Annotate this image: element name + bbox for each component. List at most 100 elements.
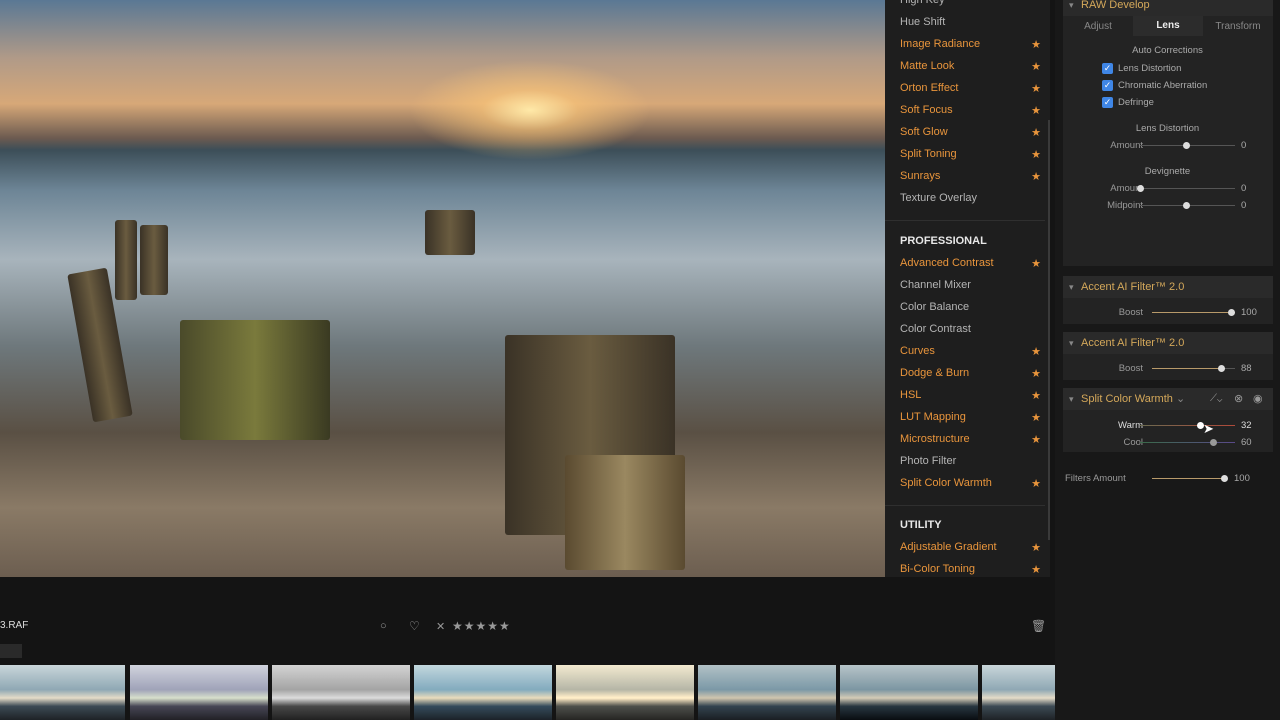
filter-item[interactable]: Hue Shift [900,16,1040,28]
filmstrip-thumbnail[interactable] [698,665,836,720]
devignette-title: Devignette [1144,166,1191,177]
filter-item[interactable]: Curves ★ [900,345,1041,358]
filter-item[interactable]: Dodge & Burn ★ [900,367,1041,380]
checkbox-label: Defringe [1118,97,1154,108]
slider-knob[interactable] [1210,439,1217,446]
filmstrip-thumbnail[interactable] [840,665,978,720]
mask-brush-icon[interactable]: ⟋⌄ [1210,393,1222,404]
close-circle-icon[interactable]: ⊗ [1234,392,1243,405]
slider-knob[interactable] [1183,142,1190,149]
eye-icon[interactable]: ◉ [1253,392,1263,405]
filter-item-label: Microstructure [900,433,970,445]
filter-item-label: Hue Shift [900,16,946,28]
filter-item-label: Color Balance [900,301,970,313]
slider-knob[interactable] [1228,309,1235,316]
filter-item-label: Image Radiance [900,38,981,50]
color-label-icon[interactable]: ○ [380,620,387,632]
boost-slider[interactable] [1152,312,1235,313]
favorite-star-icon[interactable]: ★ [1031,411,1041,424]
favorite-star-icon[interactable]: ★ [1031,170,1041,183]
filters-list-panel: High Key Hue Shift Image Radiance ★ Matte Lo… [885,0,1050,612]
filter-item[interactable]: LUT Mapping ★ [900,411,1041,424]
filter-item[interactable]: Color Contrast [900,323,1040,335]
filmstrip-thumbnail[interactable] [556,665,694,720]
filter-item[interactable]: Split Color Warmth ★ [900,477,1041,490]
filter-item-label: High Key [900,0,945,6]
adjustments-panel: RAW Develop Adjust Lens Transform Auto C… [1055,0,1280,720]
photo-rock [180,320,330,440]
filmstrip-thumbnail[interactable] [272,665,410,720]
scrollbar[interactable] [1048,120,1050,540]
star-rating[interactable]: ★★★★★ [452,619,511,633]
filmstrip-thumbnail[interactable] [982,665,1055,720]
favorite-star-icon[interactable]: ★ [1031,433,1041,446]
filter-item[interactable]: High Key [900,0,1040,6]
filter-item[interactable]: Microstructure ★ [900,433,1041,446]
slider-label: Boost [1118,307,1143,318]
favorite-star-icon[interactable]: ★ [1031,367,1041,380]
accent-ai-header[interactable]: Accent AI Filter™ 2.0 [1063,332,1273,354]
cool-slider[interactable] [1140,442,1235,443]
favorite-star-icon[interactable]: ★ [1031,477,1041,490]
lens-distortion-checkbox[interactable]: ✓ [1102,63,1113,74]
mouse-cursor-icon: ➤ [1203,421,1214,436]
slider-knob[interactable] [1137,185,1144,192]
slider-knob[interactable] [1221,475,1228,482]
filter-item[interactable]: Photo Filter [900,455,1040,467]
photo-canvas[interactable] [0,0,885,577]
filter-item[interactable]: Channel Mixer [900,279,1040,291]
reject-icon[interactable]: ✕ [436,620,445,633]
filter-item-label: Texture Overlay [900,192,978,204]
defringe-checkbox[interactable]: ✓ [1102,97,1113,108]
slider-knob[interactable] [1183,202,1190,209]
filters-amount-slider[interactable] [1152,478,1225,479]
trash-icon[interactable]: 🗑 [1031,619,1046,633]
favorite-star-icon[interactable]: ★ [1031,541,1041,554]
chromatic-aberration-checkbox[interactable]: ✓ [1102,80,1113,91]
favorite-star-icon[interactable]: ★ [1031,60,1041,73]
slider-knob[interactable] [1218,365,1225,372]
favorite-star-icon[interactable]: ★ [1031,38,1041,51]
filter-item[interactable]: Image Radiance ★ [900,38,1041,51]
favorite-star-icon[interactable]: ★ [1031,389,1041,402]
favorite-star-icon[interactable]: ★ [1031,104,1041,117]
filter-item[interactable]: Soft Focus ★ [900,104,1041,117]
filter-item-label: LUT Mapping [900,411,966,423]
filter-item-label: Channel Mixer [900,279,971,291]
tab-transform[interactable]: Transform [1203,21,1273,32]
favorite-star-icon[interactable]: ★ [1031,563,1041,576]
filter-item[interactable]: Sunrays ★ [900,170,1041,183]
slider-value: 0 [1241,140,1247,151]
filmstrip-dropdown[interactable] [0,644,22,658]
devignette-amount-slider[interactable] [1140,188,1235,189]
favorite-star-icon[interactable]: ★ [1031,126,1041,139]
split-color-warmth-title: Split Color Warmth [1081,393,1173,405]
raw-develop-header[interactable]: RAW Develop [1063,0,1273,16]
filter-item[interactable]: Texture Overlay [900,192,1040,204]
filter-item[interactable]: Matte Look ★ [900,60,1041,73]
filmstrip-thumbnail[interactable] [414,665,552,720]
heart-icon[interactable]: ♡ [409,619,420,633]
accent-ai-header[interactable]: Accent AI Filter™ 2.0 [1063,276,1273,298]
tab-lens[interactable]: Lens [1133,16,1203,36]
warm-slider[interactable] [1140,425,1235,426]
filter-item[interactable]: Split Toning ★ [900,148,1041,161]
favorite-star-icon[interactable]: ★ [1031,257,1041,270]
filter-item[interactable]: Soft Glow ★ [900,126,1041,139]
favorite-star-icon[interactable]: ★ [1031,345,1041,358]
filter-item[interactable]: Advanced Contrast ★ [900,257,1041,270]
filmstrip-thumbnail[interactable] [0,665,125,720]
filter-item[interactable]: Adjustable Gradient ★ [900,541,1041,554]
favorite-star-icon[interactable]: ★ [1031,82,1041,95]
filter-item[interactable]: Color Balance [900,301,1040,313]
filter-item[interactable]: Bi-Color Toning ★ [900,563,1041,576]
favorite-star-icon[interactable]: ★ [1031,148,1041,161]
filter-item[interactable]: HSL ★ [900,389,1041,402]
filter-item[interactable]: Orton Effect ★ [900,82,1041,95]
filter-item-label: Soft Focus [900,104,953,116]
filter-item-label: HSL [900,389,922,401]
filmstrip-thumbnail[interactable] [130,665,268,720]
chevron-down-icon[interactable]: ⌄ [1176,393,1185,405]
tab-adjust[interactable]: Adjust [1063,21,1133,32]
slider-label: Amount [1110,183,1143,194]
